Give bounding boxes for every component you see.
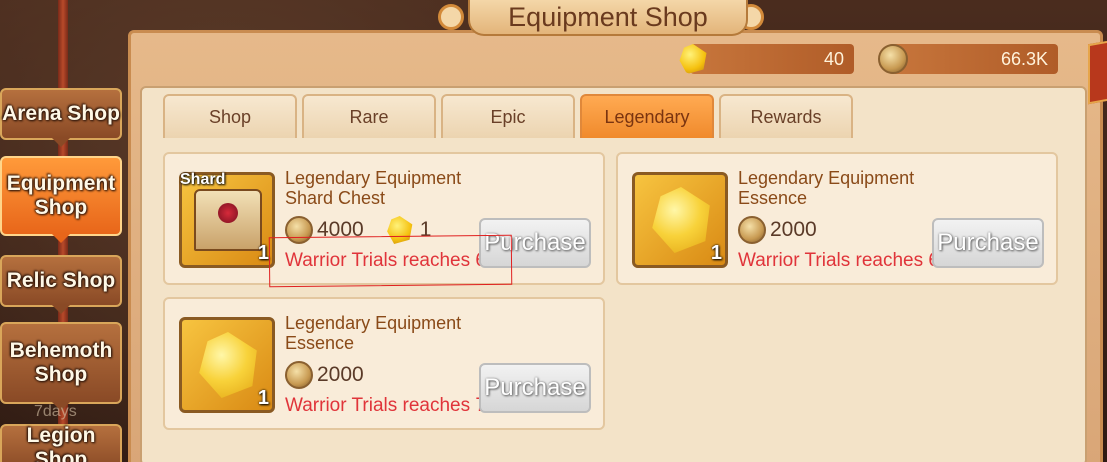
purchase-button[interactable]: Purchase <box>932 218 1044 268</box>
coin-icon <box>738 216 766 244</box>
item-name: Legendary Equipment Shard Chest <box>285 168 462 208</box>
item-name: Legendary Equipment Essence <box>738 168 915 208</box>
shop-item-card: 1 Legendary Equipment Essence 2000 Warri… <box>616 152 1058 285</box>
gold-gem-icon <box>387 216 413 244</box>
close-tab-icon[interactable] <box>1088 39 1107 105</box>
sidebar-item-arena-shop[interactable]: Arena Shop <box>0 88 122 140</box>
requirement-text: Warrior Trials reaches 65 <box>738 250 950 271</box>
item-tag: Shard <box>180 171 226 188</box>
tab-epic[interactable]: Epic <box>441 94 575 138</box>
tab-bar: Shop Rare Epic Legendary Rewards <box>163 94 858 140</box>
item-count: 1 <box>257 242 269 264</box>
price-row: 4000 1 <box>285 216 431 244</box>
coin-icon <box>285 361 313 389</box>
item-slot[interactable]: Shard 1 <box>179 171 275 268</box>
coin-price: 4000 <box>317 218 364 241</box>
sidebar-item-relic-shop[interactable]: Relic Shop <box>0 255 122 307</box>
item-slot[interactable]: 1 <box>179 317 275 413</box>
shop-item-card: Shard 1 Legendary Equipment Shard Chest … <box>163 152 605 285</box>
coin-price: 2000 <box>770 218 817 241</box>
sidebar-item-legion-shop[interactable]: Legion Shop <box>0 424 122 462</box>
tab-rewards[interactable]: Rewards <box>719 94 853 138</box>
requirement-text: Warrior Trials reaches 70 <box>285 395 497 416</box>
price-row: 2000 <box>285 361 364 389</box>
page-title: Equipment Shop <box>468 0 748 36</box>
item-name: Legendary Equipment Essence <box>285 313 462 353</box>
tab-shop[interactable]: Shop <box>163 94 297 138</box>
coin-price: 2000 <box>317 363 364 386</box>
coin-icon <box>285 216 313 244</box>
purchase-button[interactable]: Purchase <box>479 363 591 413</box>
gold-gem-balance: 40 <box>690 44 854 74</box>
tab-legendary[interactable]: Legendary <box>580 94 714 138</box>
timer-text: 7days <box>34 403 77 420</box>
coin-icon <box>878 44 908 74</box>
coin-balance: 66.3K <box>888 44 1058 74</box>
sidebar-item-behemoth-shop[interactable]: Behemoth Shop <box>0 322 122 404</box>
shard-chest-icon <box>194 189 262 251</box>
ornament-icon <box>438 4 464 30</box>
item-slot[interactable]: 1 <box>632 172 728 268</box>
essence-gem-icon <box>199 332 257 398</box>
item-count: 1 <box>257 387 269 409</box>
sidebar-item-equipment-shop[interactable]: Equipment Shop <box>0 156 122 236</box>
item-count: 1 <box>710 242 722 264</box>
essence-gem-icon <box>652 187 710 253</box>
shop-item-card: 1 Legendary Equipment Essence 2000 Warri… <box>163 297 605 430</box>
requirement-text: Warrior Trials reaches 60 <box>285 250 497 271</box>
gem-price: 1 <box>419 218 432 241</box>
purchase-button[interactable]: Purchase <box>479 218 591 268</box>
tab-rare[interactable]: Rare <box>302 94 436 138</box>
price-row: 2000 <box>738 216 817 244</box>
